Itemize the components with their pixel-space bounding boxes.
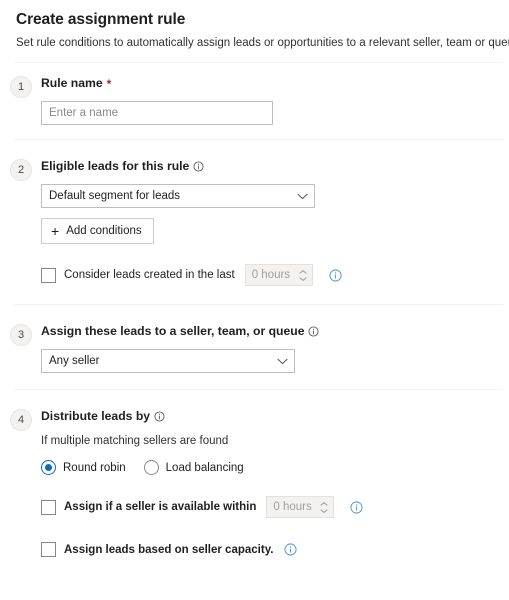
chevron-up-icon bbox=[320, 501, 329, 506]
section-title-rule-name: Rule name * bbox=[41, 75, 493, 92]
section-assign-to: 3 Assign these leads to a seller, team, … bbox=[0, 305, 509, 389]
plus-icon: + bbox=[51, 222, 60, 239]
seller-availability-hours-value: 0 hours bbox=[273, 501, 312, 513]
seller-capacity-row: Assign leads based on seller capacity. bbox=[41, 542, 493, 557]
section-title-assign-to: Assign these leads to a seller, team, or… bbox=[41, 323, 493, 340]
info-circle-icon[interactable] bbox=[350, 500, 363, 514]
add-conditions-label: Add conditions bbox=[66, 225, 142, 237]
stepper-arrows[interactable] bbox=[317, 497, 333, 517]
assign-to-dropdown[interactable]: Any seller bbox=[41, 349, 295, 373]
section-title-eligible-leads: Eligible leads for this rule bbox=[41, 158, 493, 175]
radio-round-robin-label: Round robin bbox=[63, 461, 126, 474]
radio-round-robin-control[interactable] bbox=[41, 460, 56, 475]
chevron-down-icon bbox=[297, 193, 308, 200]
radio-load-balancing-control[interactable] bbox=[143, 460, 159, 475]
section-eligible-leads: 2 Eligible leads for this rule Default s… bbox=[0, 140, 509, 304]
distribute-mode-radio-group: Round robin Load balancing bbox=[41, 460, 493, 475]
section-title-text: Eligible leads for this rule bbox=[41, 159, 190, 173]
required-asterisk: * bbox=[106, 76, 112, 91]
seller-availability-hours-stepper[interactable]: 0 hours bbox=[266, 496, 335, 518]
page-title: Create assignment rule bbox=[16, 11, 186, 28]
seller-availability-label: Assign if a seller is available within bbox=[64, 501, 257, 513]
distribute-leads-subtitle: If multiple matching sellers are found bbox=[41, 435, 229, 447]
step-badge-4: 4 bbox=[10, 409, 32, 431]
chevron-down-icon bbox=[320, 508, 329, 513]
consider-leads-row: Consider leads created in the last 0 hou… bbox=[41, 264, 493, 286]
stepper-arrows[interactable] bbox=[296, 265, 312, 285]
info-circle-icon bbox=[308, 326, 320, 337]
info-circle-icon[interactable] bbox=[284, 543, 298, 556]
section-rule-name: 1 Rule name * bbox=[0, 63, 509, 139]
chevron-down-icon bbox=[298, 276, 307, 281]
step-badge-3: 3 bbox=[10, 324, 32, 346]
step-badge-1: 1 bbox=[10, 76, 32, 98]
page-subtitle-text: Set rule conditions to automatically ass… bbox=[16, 37, 509, 49]
radio-round-robin[interactable]: Round robin bbox=[41, 460, 126, 475]
info-circle-icon bbox=[154, 411, 165, 422]
assign-to-dropdown-value: Any seller bbox=[49, 355, 100, 367]
info-circle-icon[interactable] bbox=[329, 268, 342, 282]
seller-availability-checkbox[interactable] bbox=[41, 499, 56, 515]
section-title-distribute-leads: Distribute leads by bbox=[41, 408, 493, 425]
add-conditions-button[interactable]: + Add conditions bbox=[41, 218, 154, 244]
eligible-leads-dropdown-value: Default segment for leads bbox=[49, 190, 181, 202]
section-distribute-leads: 4 Distribute leads by If multiple matchi… bbox=[0, 390, 509, 571]
section-title-text: Rule name bbox=[41, 76, 103, 90]
radio-load-balancing-label: Load balancing bbox=[165, 461, 244, 474]
consider-leads-checkbox[interactable] bbox=[41, 267, 56, 283]
step-badge-2: 2 bbox=[10, 159, 32, 181]
eligible-leads-dropdown[interactable]: Default segment for leads bbox=[41, 184, 315, 208]
consider-leads-hours-value: 0 hours bbox=[251, 269, 291, 281]
section-title-text: Assign these leads to a seller, team, or… bbox=[41, 324, 305, 338]
page-subtitle: Set rule conditions to automatically ass… bbox=[16, 35, 509, 51]
info-circle-icon bbox=[193, 161, 204, 172]
section-title-text: Distribute leads by bbox=[41, 409, 151, 423]
seller-availability-row: Assign if a seller is available within 0… bbox=[41, 496, 493, 518]
rule-name-input[interactable] bbox=[41, 101, 273, 125]
seller-capacity-checkbox[interactable] bbox=[41, 542, 56, 557]
consider-leads-label: Consider leads created in the last bbox=[64, 269, 235, 281]
radio-load-balancing[interactable]: Load balancing bbox=[143, 460, 244, 475]
page-header: Create assignment rule Set rule conditio… bbox=[0, 0, 509, 51]
chevron-down-icon bbox=[277, 358, 288, 365]
seller-capacity-label: Assign leads based on seller capacity. bbox=[64, 543, 274, 556]
chevron-up-icon bbox=[298, 269, 307, 274]
consider-leads-hours-stepper[interactable]: 0 hours bbox=[244, 264, 313, 286]
